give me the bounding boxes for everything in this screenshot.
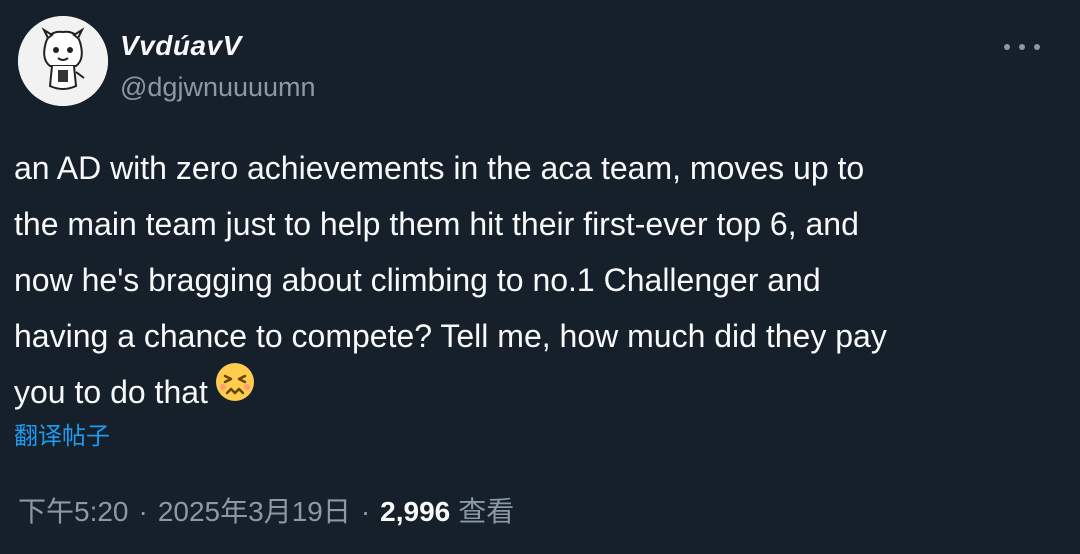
more-options-button[interactable] — [1004, 38, 1040, 56]
persevering-face-emoji-icon — [214, 361, 256, 420]
translate-post-link[interactable]: 翻译帖子 — [14, 416, 110, 451]
tweet-line: the main team just to help them hit thei… — [14, 206, 859, 242]
tweet-line: having a chance to compete? Tell me, how… — [14, 318, 887, 354]
tweet-text: an AD with zero achievements in the aca … — [14, 140, 1064, 420]
meta-separator: · — [138, 496, 148, 527]
user-handle[interactable]: @dgjwnuuuumn — [120, 72, 316, 103]
tweet-time[interactable]: 下午5:20 — [18, 490, 129, 530]
cartoon-face-avatar-icon — [18, 16, 108, 106]
tweet-line: an AD with zero achievements in the aca … — [14, 150, 865, 186]
views-count[interactable]: 2,996 — [380, 496, 450, 528]
more-horizontal-icon — [1034, 44, 1040, 50]
meta-separator: · — [360, 496, 371, 527]
tweet-meta: 下午5:20 · 2025年3月19日 · 2,996 查看 — [18, 490, 514, 530]
display-name[interactable]: VvdúavV — [120, 30, 242, 62]
tweet-card: VvdúavV @dgjwnuuuumn an AD with zero ach… — [0, 0, 1080, 554]
views-label[interactable]: 查看 — [458, 490, 514, 530]
tweet-date[interactable]: 2025年3月19日 — [158, 490, 351, 530]
avatar[interactable] — [18, 16, 108, 106]
tweet-line: you to do that — [14, 374, 208, 410]
more-horizontal-icon — [1019, 44, 1025, 50]
tweet-line: now he's bragging about climbing to no.1… — [14, 262, 821, 298]
more-horizontal-icon — [1004, 44, 1010, 50]
